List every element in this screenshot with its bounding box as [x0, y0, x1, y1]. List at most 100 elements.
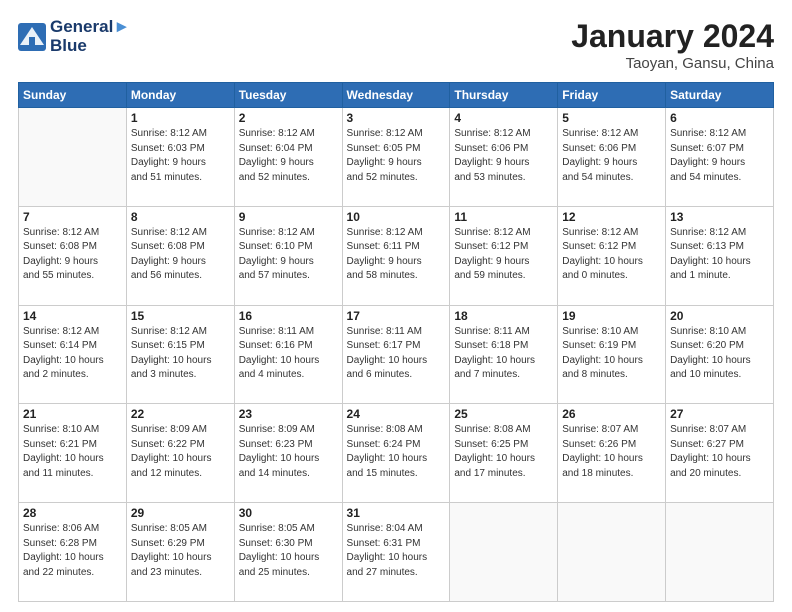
calendar-cell: 30Sunrise: 8:05 AMSunset: 6:30 PMDayligh…	[234, 503, 342, 602]
day-info: Sunrise: 8:12 AMSunset: 6:14 PMDaylight:…	[23, 325, 122, 383]
day-info: Sunrise: 8:12 AMSunset: 6:13 PMDaylight:…	[670, 226, 769, 284]
calendar-cell	[558, 503, 666, 602]
day-number: 8	[131, 210, 230, 224]
calendar-cell: 16 Sunrise: 8:11 AMSunset: 6:16 PMDayligh…	[234, 305, 342, 404]
day-info: Sunrise: 8:08 AMSunset: 6:24 PMDaylight:…	[347, 423, 446, 481]
day-info: Sunrise: 8:09 AMSunset: 6:23 PMDaylight:…	[239, 423, 338, 481]
calendar-header-thursday: Thursday	[450, 83, 558, 108]
calendar-cell: 17 Sunrise: 8:11 AMSunset: 6:17 PMDayligh…	[342, 305, 450, 404]
calendar-cell	[450, 503, 558, 602]
calendar-cell: 3 Sunrise: 8:12 AMSunset: 6:05 PMDaylight…	[342, 108, 450, 207]
calendar-cell: 19 Sunrise: 8:10 AMSunset: 6:19 PMDayligh…	[558, 305, 666, 404]
day-number: 22	[131, 407, 230, 421]
calendar-header-saturday: Saturday	[666, 83, 774, 108]
logo-icon	[18, 23, 46, 51]
day-info: Sunrise: 8:12 AMSunset: 6:04 PMDaylight:…	[239, 127, 338, 185]
calendar-cell: 14 Sunrise: 8:12 AMSunset: 6:14 PMDayligh…	[19, 305, 127, 404]
day-info: Sunrise: 8:12 AMSunset: 6:06 PMDaylight:…	[454, 127, 553, 185]
day-number: 31	[347, 506, 446, 520]
day-number: 23	[239, 407, 338, 421]
calendar-cell: 1 Sunrise: 8:12 AMSunset: 6:03 PMDaylight…	[126, 108, 234, 207]
day-number: 15	[131, 309, 230, 323]
calendar-week-3: 14 Sunrise: 8:12 AMSunset: 6:14 PMDayligh…	[19, 305, 774, 404]
calendar-header-sunday: Sunday	[19, 83, 127, 108]
day-number: 9	[239, 210, 338, 224]
day-info: Sunrise: 8:12 AMSunset: 6:12 PMDaylight:…	[562, 226, 661, 284]
calendar-cell: 18 Sunrise: 8:11 AMSunset: 6:18 PMDayligh…	[450, 305, 558, 404]
calendar-cell	[666, 503, 774, 602]
day-info: Sunrise: 8:11 AMSunset: 6:18 PMDaylight:…	[454, 325, 553, 383]
day-number: 4	[454, 111, 553, 125]
day-number: 6	[670, 111, 769, 125]
day-number: 5	[562, 111, 661, 125]
calendar-cell: 2 Sunrise: 8:12 AMSunset: 6:04 PMDaylight…	[234, 108, 342, 207]
day-number: 24	[347, 407, 446, 421]
day-number: 17	[347, 309, 446, 323]
day-number: 20	[670, 309, 769, 323]
calendar-cell: 23 Sunrise: 8:09 AMSunset: 6:23 PMDayligh…	[234, 404, 342, 503]
day-info: Sunrise: 8:07 AMSunset: 6:26 PMDaylight:…	[562, 423, 661, 481]
day-info: Sunrise: 8:10 AMSunset: 6:21 PMDaylight:…	[23, 423, 122, 481]
calendar-table: SundayMondayTuesdayWednesdayThursdayFrid…	[18, 82, 774, 602]
calendar-cell: 20 Sunrise: 8:10 AMSunset: 6:20 PMDayligh…	[666, 305, 774, 404]
day-number: 19	[562, 309, 661, 323]
day-number: 28	[23, 506, 122, 520]
calendar-cell: 21Sunrise: 8:10 AMSunset: 6:21 PMDayligh…	[19, 404, 127, 503]
day-info: Sunrise: 8:05 AMSunset: 6:29 PMDaylight:…	[131, 522, 230, 580]
logo: General► Blue	[18, 18, 130, 55]
day-number: 18	[454, 309, 553, 323]
day-info: Sunrise: 8:09 AMSunset: 6:22 PMDaylight:…	[131, 423, 230, 481]
day-info: Sunrise: 8:11 AMSunset: 6:17 PMDaylight:…	[347, 325, 446, 383]
calendar-week-4: 21Sunrise: 8:10 AMSunset: 6:21 PMDayligh…	[19, 404, 774, 503]
calendar-cell: 29 Sunrise: 8:05 AMSunset: 6:29 PMDayligh…	[126, 503, 234, 602]
calendar-week-5: 28Sunrise: 8:06 AMSunset: 6:28 PMDayligh…	[19, 503, 774, 602]
day-number: 27	[670, 407, 769, 421]
day-number: 29	[131, 506, 230, 520]
calendar-header-row: SundayMondayTuesdayWednesdayThursdayFrid…	[19, 83, 774, 108]
page: General► Blue January 2024 Taoyan, Gansu…	[0, 0, 792, 612]
day-number: 12	[562, 210, 661, 224]
day-info: Sunrise: 8:08 AMSunset: 6:25 PMDaylight:…	[454, 423, 553, 481]
day-info: Sunrise: 8:10 AMSunset: 6:19 PMDaylight:…	[562, 325, 661, 383]
calendar-cell: 7 Sunrise: 8:12 AMSunset: 6:08 PMDaylight…	[19, 206, 127, 305]
day-number: 30	[239, 506, 338, 520]
calendar-header-tuesday: Tuesday	[234, 83, 342, 108]
day-info: Sunrise: 8:11 AMSunset: 6:16 PMDaylight:…	[239, 325, 338, 383]
day-info: Sunrise: 8:12 AMSunset: 6:15 PMDaylight:…	[131, 325, 230, 383]
day-info: Sunrise: 8:12 AMSunset: 6:10 PMDaylight:…	[239, 226, 338, 284]
calendar-cell: 4 Sunrise: 8:12 AMSunset: 6:06 PMDaylight…	[450, 108, 558, 207]
day-number: 16	[239, 309, 338, 323]
calendar-cell: 26 Sunrise: 8:07 AMSunset: 6:26 PMDayligh…	[558, 404, 666, 503]
day-number: 7	[23, 210, 122, 224]
title-block: January 2024 Taoyan, Gansu, China	[571, 18, 774, 72]
day-number: 25	[454, 407, 553, 421]
calendar-cell: 25 Sunrise: 8:08 AMSunset: 6:25 PMDayligh…	[450, 404, 558, 503]
calendar-cell: 27 Sunrise: 8:07 AMSunset: 6:27 PMDayligh…	[666, 404, 774, 503]
calendar-week-1: 1 Sunrise: 8:12 AMSunset: 6:03 PMDaylight…	[19, 108, 774, 207]
calendar-cell: 28Sunrise: 8:06 AMSunset: 6:28 PMDayligh…	[19, 503, 127, 602]
day-number: 11	[454, 210, 553, 224]
day-info: Sunrise: 8:12 AMSunset: 6:03 PMDaylight:…	[131, 127, 230, 185]
day-number: 26	[562, 407, 661, 421]
day-number: 3	[347, 111, 446, 125]
day-info: Sunrise: 8:10 AMSunset: 6:20 PMDaylight:…	[670, 325, 769, 383]
day-number: 13	[670, 210, 769, 224]
day-number: 14	[23, 309, 122, 323]
calendar-cell	[19, 108, 127, 207]
day-info: Sunrise: 8:12 AMSunset: 6:12 PMDaylight:…	[454, 226, 553, 284]
calendar-cell: 8Sunrise: 8:12 AMSunset: 6:08 PMDaylight…	[126, 206, 234, 305]
day-number: 1	[131, 111, 230, 125]
calendar-cell: 11 Sunrise: 8:12 AMSunset: 6:12 PMDayligh…	[450, 206, 558, 305]
day-info: Sunrise: 8:12 AMSunset: 6:08 PMDaylight:…	[23, 226, 122, 284]
day-number: 2	[239, 111, 338, 125]
calendar-cell: 9 Sunrise: 8:12 AMSunset: 6:10 PMDaylight…	[234, 206, 342, 305]
calendar-cell: 22 Sunrise: 8:09 AMSunset: 6:22 PMDayligh…	[126, 404, 234, 503]
day-info: Sunrise: 8:12 AMSunset: 6:06 PMDaylight:…	[562, 127, 661, 185]
day-info: Sunrise: 8:07 AMSunset: 6:27 PMDaylight:…	[670, 423, 769, 481]
calendar-cell: 12 Sunrise: 8:12 AMSunset: 6:12 PMDayligh…	[558, 206, 666, 305]
calendar-cell: 5 Sunrise: 8:12 AMSunset: 6:06 PMDaylight…	[558, 108, 666, 207]
day-number: 10	[347, 210, 446, 224]
day-info: Sunrise: 8:12 AMSunset: 6:05 PMDaylight:…	[347, 127, 446, 185]
calendar-cell: 15 Sunrise: 8:12 AMSunset: 6:15 PMDayligh…	[126, 305, 234, 404]
day-info: Sunrise: 8:04 AMSunset: 6:31 PMDaylight:…	[347, 522, 446, 580]
